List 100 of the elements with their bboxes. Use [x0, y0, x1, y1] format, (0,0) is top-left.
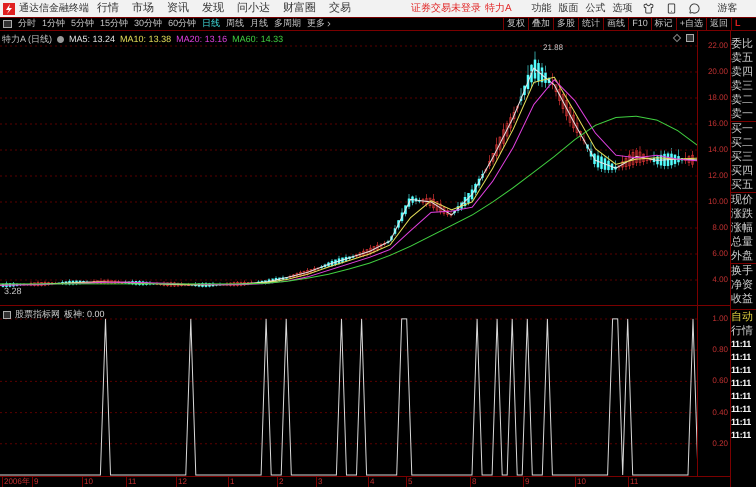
stock-name: 特力A — [485, 2, 512, 16]
time-axis-label: 9 — [32, 477, 38, 487]
menu-item[interactable]: 市场 — [132, 0, 154, 17]
quote-field-label: 买一 — [731, 121, 756, 136]
time-axis-label: 5 — [406, 477, 412, 487]
time-axis-label: 12 — [176, 477, 187, 487]
menu-item[interactable]: 发现 — [202, 0, 224, 17]
quote-field-label: 卖二 — [731, 93, 754, 107]
period-tab[interactable]: 分时 — [18, 17, 36, 31]
quote-field-label: 买四 — [731, 164, 754, 178]
panel-toggle-icon[interactable] — [3, 310, 11, 319]
window-toggle-icon[interactable] — [686, 34, 694, 42]
quote-field-label: 卖四 — [731, 65, 754, 79]
period-tab[interactable]: 60分钟 — [168, 17, 196, 31]
price-axis-label: 20.00 — [708, 66, 728, 77]
quote-field-label: 总量 — [731, 235, 754, 249]
menu-item[interactable]: 行情 — [97, 0, 119, 17]
phone-icon[interactable] — [666, 3, 677, 14]
period-tab[interactable]: 15分钟 — [100, 17, 128, 31]
login-notice[interactable]: 证券交易未登录 — [411, 1, 481, 16]
chart-tool-button[interactable]: 标记 — [650, 18, 676, 30]
chart-tool-button[interactable]: F10 — [628, 18, 651, 30]
chart-tool-button[interactable]: 统计 — [578, 18, 604, 30]
app-logo-icon — [3, 2, 15, 14]
time-axis-label: 8 — [470, 477, 476, 487]
period-tab[interactable]: 5分钟 — [71, 17, 94, 31]
period-tab[interactable]: 30分钟 — [134, 17, 162, 31]
user-label[interactable]: 游客 — [718, 1, 738, 16]
time-axis-label: 10 — [575, 477, 586, 487]
moving-average-label: MA60: 14.33 — [232, 33, 284, 46]
auto-label[interactable]: 自动 — [731, 309, 756, 324]
low-price-label: 3.28 — [4, 285, 22, 298]
price-axis-label: 4.00 — [712, 275, 728, 286]
period-tab[interactable]: 多周期 — [274, 17, 302, 31]
panel-toggle-icon[interactable] — [3, 20, 12, 28]
time-axis-label: 3 — [316, 477, 322, 487]
time-axis-label: 10 — [82, 477, 93, 487]
toolbar-menu-item[interactable]: 公式 — [586, 1, 606, 16]
time-axis-label: 11 — [126, 477, 136, 487]
menu-item[interactable]: 资讯 — [167, 0, 189, 17]
moving-average-label: MA10: 13.38 — [120, 33, 172, 46]
quote-field-label: 现价 — [731, 192, 756, 207]
chart-tool-button[interactable]: +自选 — [676, 18, 706, 30]
trade-time: 11:11 — [731, 429, 752, 442]
toolbar-menu-item[interactable]: 功能 — [532, 1, 552, 16]
moving-average-label: MA20: 13.16 — [176, 33, 228, 46]
price-axis-label: 22.00 — [708, 40, 728, 51]
quote-field-label: 换手 — [731, 263, 756, 278]
quote-field-label: 买五 — [731, 178, 754, 192]
time-axis-label: 2006年 — [2, 477, 30, 487]
indicator-axis-label: 0.20 — [712, 438, 728, 449]
period-tab[interactable]: 1分钟 — [42, 17, 66, 31]
moving-average-label: MA5: 13.24 — [69, 33, 116, 46]
toolbar-menu-item[interactable]: 版面 — [558, 1, 579, 16]
menu-item[interactable]: 交易 — [329, 0, 351, 17]
price-axis-label: 8.00 — [712, 223, 728, 233]
quote-field-label: 涨幅 — [731, 221, 754, 235]
trade-time: 11:11 — [731, 338, 752, 351]
price-axis-label: 6.00 — [712, 249, 728, 260]
mode-label: 行情 — [731, 324, 754, 338]
app-name: 通达信金融终端 — [19, 2, 89, 16]
trade-time: 11:11 — [731, 403, 752, 416]
quote-field-label: 收益 — [731, 292, 754, 306]
time-axis-label: 4 — [368, 477, 374, 487]
quote-field-label: 卖一 — [731, 107, 754, 121]
chart-tool-button[interactable]: 返回 — [706, 18, 731, 30]
chart-tool-button[interactable]: 画线 — [603, 18, 628, 30]
price-axis-label: 16.00 — [708, 118, 728, 129]
trade-time: 11:11 — [731, 416, 752, 429]
toolbar-menu-item[interactable]: 选项 — [612, 1, 633, 16]
time-axis-label: 1 — [228, 477, 234, 487]
quote-field-label: 委比 — [731, 37, 754, 51]
time-axis-label: 2 — [277, 477, 284, 487]
quote-field-label: 卖五 — [731, 51, 754, 65]
indicator-axis-label: 0.80 — [712, 345, 728, 356]
period-tab[interactable]: 日线 — [202, 17, 220, 31]
message-icon[interactable] — [688, 3, 700, 14]
price-axis-label: 12.00 — [708, 170, 728, 181]
price-axis-label: 18.00 — [708, 92, 728, 103]
period-tab[interactable]: 周线 — [226, 17, 244, 31]
quote-field-label: 净资 — [731, 278, 754, 292]
chart-tool-button[interactable]: 叠加 — [528, 18, 554, 30]
period-tab[interactable]: 月线 — [250, 17, 268, 31]
menu-item[interactable]: 问小达 — [237, 0, 270, 17]
shirt-icon[interactable] — [642, 3, 654, 14]
trade-time: 11:11 — [731, 351, 752, 364]
chart-tool-button[interactable]: 多股 — [553, 18, 578, 30]
indicator-axis-label: 0.40 — [712, 408, 728, 418]
corner-badge: L — [731, 18, 756, 30]
trade-time: 11:11 — [731, 364, 752, 377]
time-axis-label: 11 — [628, 477, 638, 487]
period-tab[interactable]: 更多 — [307, 17, 334, 31]
price-axis-label: 10.00 — [708, 197, 728, 207]
indicator-value: 板神: 0.00 — [64, 308, 105, 321]
trade-time: 11:11 — [731, 390, 752, 403]
chart-tool-button[interactable]: 复权 — [503, 18, 528, 30]
quote-field-label: 买二 — [731, 136, 754, 150]
menu-item[interactable]: 财富圈 — [283, 0, 316, 17]
indicator-axis-label: 1.00 — [712, 314, 728, 324]
indicator-axis-label: 0.60 — [712, 376, 728, 386]
